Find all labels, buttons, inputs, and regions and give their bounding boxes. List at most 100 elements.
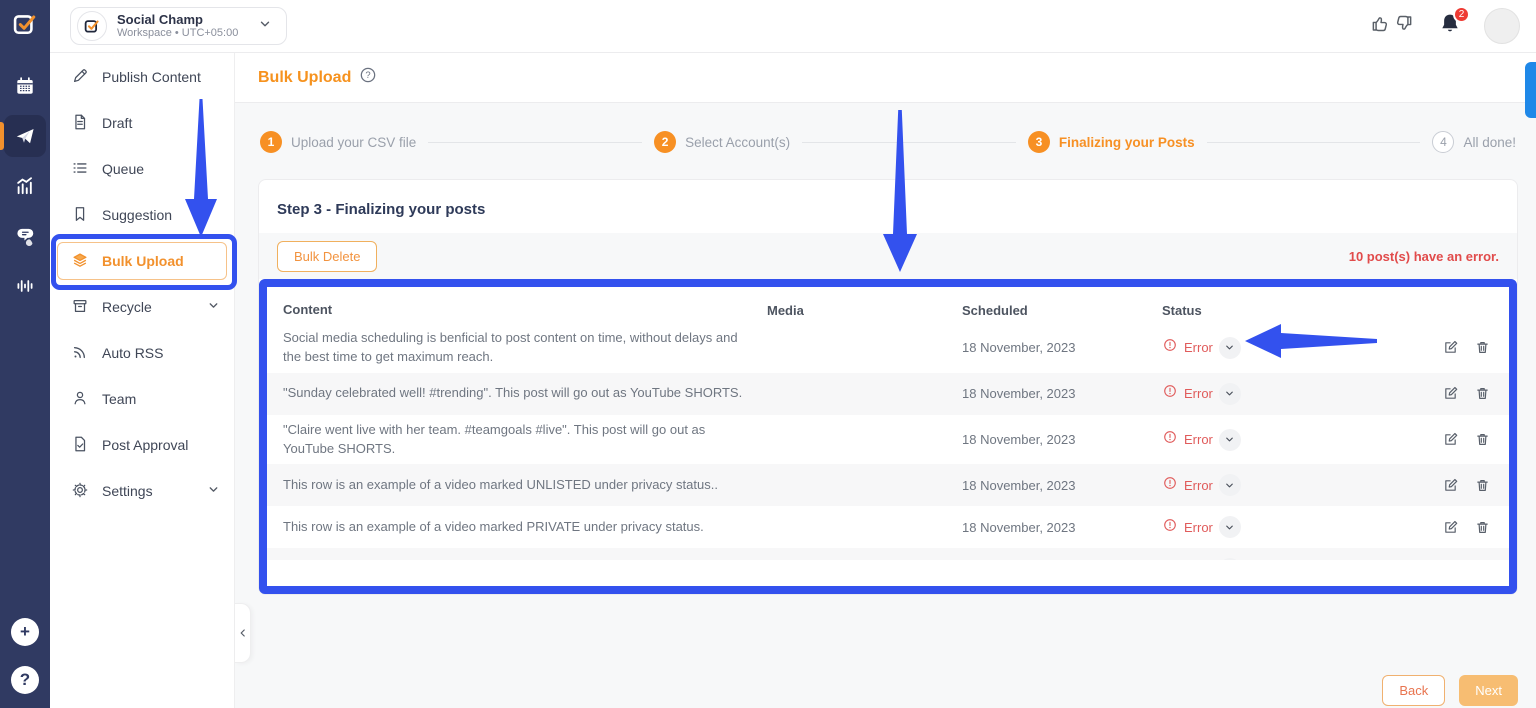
card-heading: Step 3 - Finalizing your posts — [259, 180, 1517, 233]
edit-post-button[interactable] — [1442, 519, 1459, 536]
post-scheduled: 18 November, 2023 — [962, 478, 1162, 493]
delete-post-button[interactable] — [1474, 339, 1491, 356]
table-row: This row is an example of a video marked… — [267, 548, 1509, 560]
col-header-content: Content — [267, 301, 767, 320]
sidebar-collapse-handle[interactable] — [235, 603, 251, 663]
step-number: 2 — [654, 131, 676, 153]
help-button[interactable]: ? — [11, 666, 39, 694]
status-dropdown-button[interactable] — [1219, 474, 1241, 496]
step-label: Upload your CSV file — [291, 135, 416, 150]
sidebar-item-recycle[interactable]: Recycle — [50, 284, 234, 330]
status-dropdown-button[interactable] — [1219, 337, 1241, 359]
step-finalizing-posts: 3 Finalizing your Posts — [1028, 131, 1195, 153]
rss-icon — [71, 343, 89, 364]
notification-count-badge: 2 — [1453, 6, 1470, 23]
table-row: This row is an example of a video marked… — [267, 506, 1509, 548]
edit-post-button[interactable] — [1442, 385, 1459, 402]
delete-post-button[interactable] — [1474, 431, 1491, 448]
archive-icon — [71, 297, 89, 318]
status-dropdown-button[interactable] — [1219, 516, 1241, 538]
step-connector — [1207, 142, 1421, 143]
post-scheduled: 18 November, 2023 — [962, 520, 1162, 535]
next-button[interactable]: Next — [1459, 675, 1518, 706]
sidebar-item-publish-content[interactable]: Publish Content — [50, 54, 234, 100]
delete-post-button[interactable] — [1474, 477, 1491, 494]
notifications-bell-icon[interactable]: 2 — [1438, 12, 1462, 41]
workspace-selector[interactable]: Social Champ Workspace • UTC+05:00 — [70, 7, 287, 45]
table-header-row: Content Media Scheduled Status — [267, 297, 1509, 323]
help-circle-icon[interactable]: ? — [359, 66, 377, 89]
workspace-subtitle: Workspace • UTC+05:00 — [117, 27, 238, 40]
gear-icon — [71, 481, 89, 502]
listening-wave-icon[interactable] — [4, 265, 46, 307]
step-number: 3 — [1028, 131, 1050, 153]
sidebar-item-label: Recycle — [102, 299, 194, 315]
edit-post-button[interactable] — [1442, 339, 1459, 356]
svg-text:?: ? — [366, 70, 371, 81]
error-icon — [1162, 383, 1178, 404]
delete-post-button[interactable] — [1474, 385, 1491, 402]
sidebar-item-draft[interactable]: Draft — [50, 100, 234, 146]
workspace-logo-icon — [77, 11, 107, 41]
analytics-icon[interactable] — [4, 165, 46, 207]
status-dropdown-button[interactable] — [1219, 429, 1241, 451]
calendar-icon[interactable] — [4, 65, 46, 107]
sidebar-item-post-approval[interactable]: Post Approval — [50, 422, 234, 468]
queue-icon — [71, 159, 89, 180]
edit-post-button[interactable] — [1442, 477, 1459, 494]
error-icon — [1162, 517, 1178, 538]
step-all-done: 4 All done! — [1432, 131, 1516, 153]
user-avatar[interactable] — [1484, 8, 1520, 44]
sidebar-item-auto-rss[interactable]: Auto RSS — [50, 330, 234, 376]
status-dropdown-button[interactable] — [1219, 558, 1241, 560]
edit-post-button[interactable] — [1442, 431, 1459, 448]
step-label: Select Account(s) — [685, 135, 790, 150]
workspace-name: Social Champ — [117, 12, 238, 28]
add-button[interactable]: + — [11, 618, 39, 646]
status-dropdown-button[interactable] — [1219, 383, 1241, 405]
step-label: Finalizing your Posts — [1059, 135, 1195, 150]
step-label: All done! — [1463, 135, 1516, 150]
icon-rail: + ? — [0, 0, 50, 708]
socialchamp-logo-icon[interactable] — [11, 10, 39, 43]
sidebar-item-label: Queue — [102, 161, 220, 177]
feedback-side-tab[interactable] — [1525, 62, 1536, 118]
status-badge: Error — [1184, 386, 1213, 401]
post-content: Social media scheduling is benficial to … — [267, 329, 767, 367]
post-scheduled: 18 November, 2023 — [962, 386, 1162, 401]
sidebar-item-queue[interactable]: Queue — [50, 146, 234, 192]
thumbs-down-icon[interactable] — [1393, 13, 1414, 39]
doc-check-icon — [71, 435, 89, 456]
col-header-media: Media — [767, 303, 962, 318]
sidebar-nav: Publish Content Draft Queue Suggestion B… — [50, 53, 235, 708]
posts-table: Content Media Scheduled Status Social me — [267, 297, 1509, 560]
error-icon — [1162, 559, 1178, 560]
back-button[interactable]: Back — [1382, 675, 1445, 706]
app-window: + ? Social Champ Workspace • UTC+05:00 — [0, 0, 1536, 708]
table-row: This row is an example of a video marked… — [267, 464, 1509, 506]
engage-chat-icon[interactable] — [4, 215, 46, 257]
error-icon — [1162, 475, 1178, 496]
error-icon — [1162, 429, 1178, 450]
sidebar-item-bulk-upload[interactable]: Bulk Upload — [57, 242, 227, 280]
layers-icon — [71, 251, 89, 272]
bulk-delete-button[interactable]: Bulk Delete — [277, 241, 377, 272]
sidebar-item-label: Bulk Upload — [102, 253, 218, 269]
sidebar-item-team[interactable]: Team — [50, 376, 234, 422]
page-title: Bulk Upload — [258, 69, 351, 87]
post-content: "Claire went live with her team. #teamgo… — [267, 421, 767, 459]
status-badge: Error — [1184, 340, 1213, 355]
sidebar-item-label: Post Approval — [102, 437, 220, 453]
sidebar-item-settings[interactable]: Settings — [50, 468, 234, 514]
sidebar-item-label: Draft — [102, 115, 220, 131]
chevron-down-icon — [207, 299, 220, 315]
publish-plane-icon[interactable] — [4, 115, 46, 157]
post-scheduled: 18 November, 2023 — [962, 340, 1162, 355]
error-summary: 10 post(s) have an error. — [1349, 249, 1499, 264]
sidebar-item-suggestion[interactable]: Suggestion — [50, 192, 234, 238]
step-select-accounts: 2 Select Account(s) — [654, 131, 790, 153]
step-number: 4 — [1432, 131, 1454, 153]
step-number: 1 — [260, 131, 282, 153]
thumbs-up-icon[interactable] — [1370, 13, 1391, 39]
delete-post-button[interactable] — [1474, 519, 1491, 536]
